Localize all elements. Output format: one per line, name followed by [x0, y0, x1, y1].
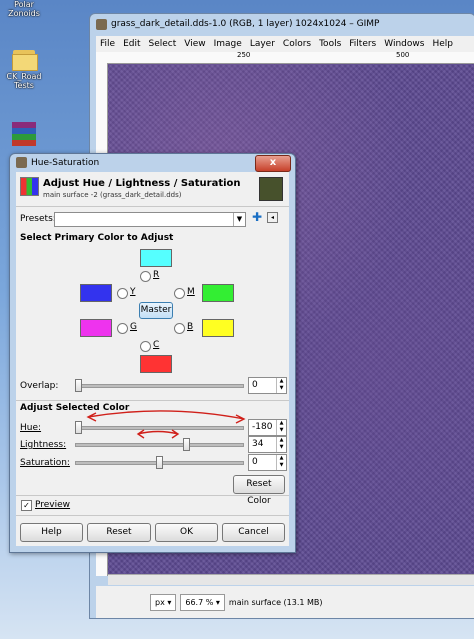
hue-saturation-dialog: Hue-Saturation x Adjust Hue / Lightness …: [9, 153, 296, 553]
menu-windows[interactable]: Windows: [380, 39, 428, 49]
polar-zonoids-label-1: Polar: [14, 0, 34, 9]
gimp-menubar: File Edit Select View Image Layer Colors…: [96, 36, 474, 53]
horizontal-ruler[interactable]: 250 500: [96, 51, 474, 64]
horizontal-scrollbar[interactable]: [108, 574, 474, 585]
desktop-icon-polar-zonoids[interactable]: Polar Zonoids: [2, 0, 46, 18]
menu-tools[interactable]: Tools: [315, 39, 345, 49]
gimp-titlebar[interactable]: grass_dark_detail.dds-1.0 (RGB, 1 layer)…: [90, 14, 474, 34]
menu-colors[interactable]: Colors: [279, 39, 315, 49]
zoom-value: 66.7 %: [185, 597, 214, 607]
desktop-icon-archive[interactable]: [2, 122, 46, 148]
polar-zonoids-label-2: Zonoids: [8, 9, 40, 18]
winrar-icon: [12, 122, 36, 146]
dialog-title: Hue-Saturation: [31, 157, 100, 168]
hue-arrow: [86, 410, 246, 424]
menu-filters[interactable]: Filters: [345, 39, 380, 49]
close-button[interactable]: x: [255, 155, 291, 172]
lightness-arrow: [136, 429, 180, 439]
menu-edit[interactable]: Edit: [119, 39, 144, 49]
menu-view[interactable]: View: [180, 39, 209, 49]
menu-help[interactable]: Help: [428, 39, 457, 49]
dialog-titlebar[interactable]: Hue-Saturation: [10, 154, 295, 171]
folder-icon: [11, 48, 38, 71]
ck-road-label-1: CK_Road: [6, 72, 42, 81]
menu-file[interactable]: File: [96, 39, 119, 49]
status-info: main surface (13.1 MB): [228, 597, 323, 607]
dialog-body: Adjust Hue / Lightness / Saturation main…: [16, 172, 289, 546]
unit-value: px: [155, 597, 165, 607]
desktop-icon-ck-road-tests[interactable]: CK_Road Tests: [2, 48, 46, 90]
menu-select[interactable]: Select: [145, 39, 181, 49]
ruler-mark-250: 250: [237, 51, 251, 59]
menu-layer[interactable]: Layer: [246, 39, 279, 49]
ck-road-label-2: Tests: [14, 81, 34, 90]
gimp-window-title: grass_dark_detail.dds-1.0 (RGB, 1 layer)…: [111, 19, 380, 29]
unit-selector[interactable]: px ▾: [150, 593, 177, 611]
dialog-app-icon: [16, 157, 27, 168]
menu-image[interactable]: Image: [210, 39, 246, 49]
gimp-statusbar: px ▾ 66.7 % ▾ main surface (13.1 MB): [96, 586, 474, 618]
ruler-mark-500: 500: [396, 51, 410, 59]
gimp-app-icon: [96, 18, 107, 30]
zoom-selector[interactable]: 66.7 % ▾: [180, 593, 225, 611]
annotation-arrows: [86, 410, 246, 439]
